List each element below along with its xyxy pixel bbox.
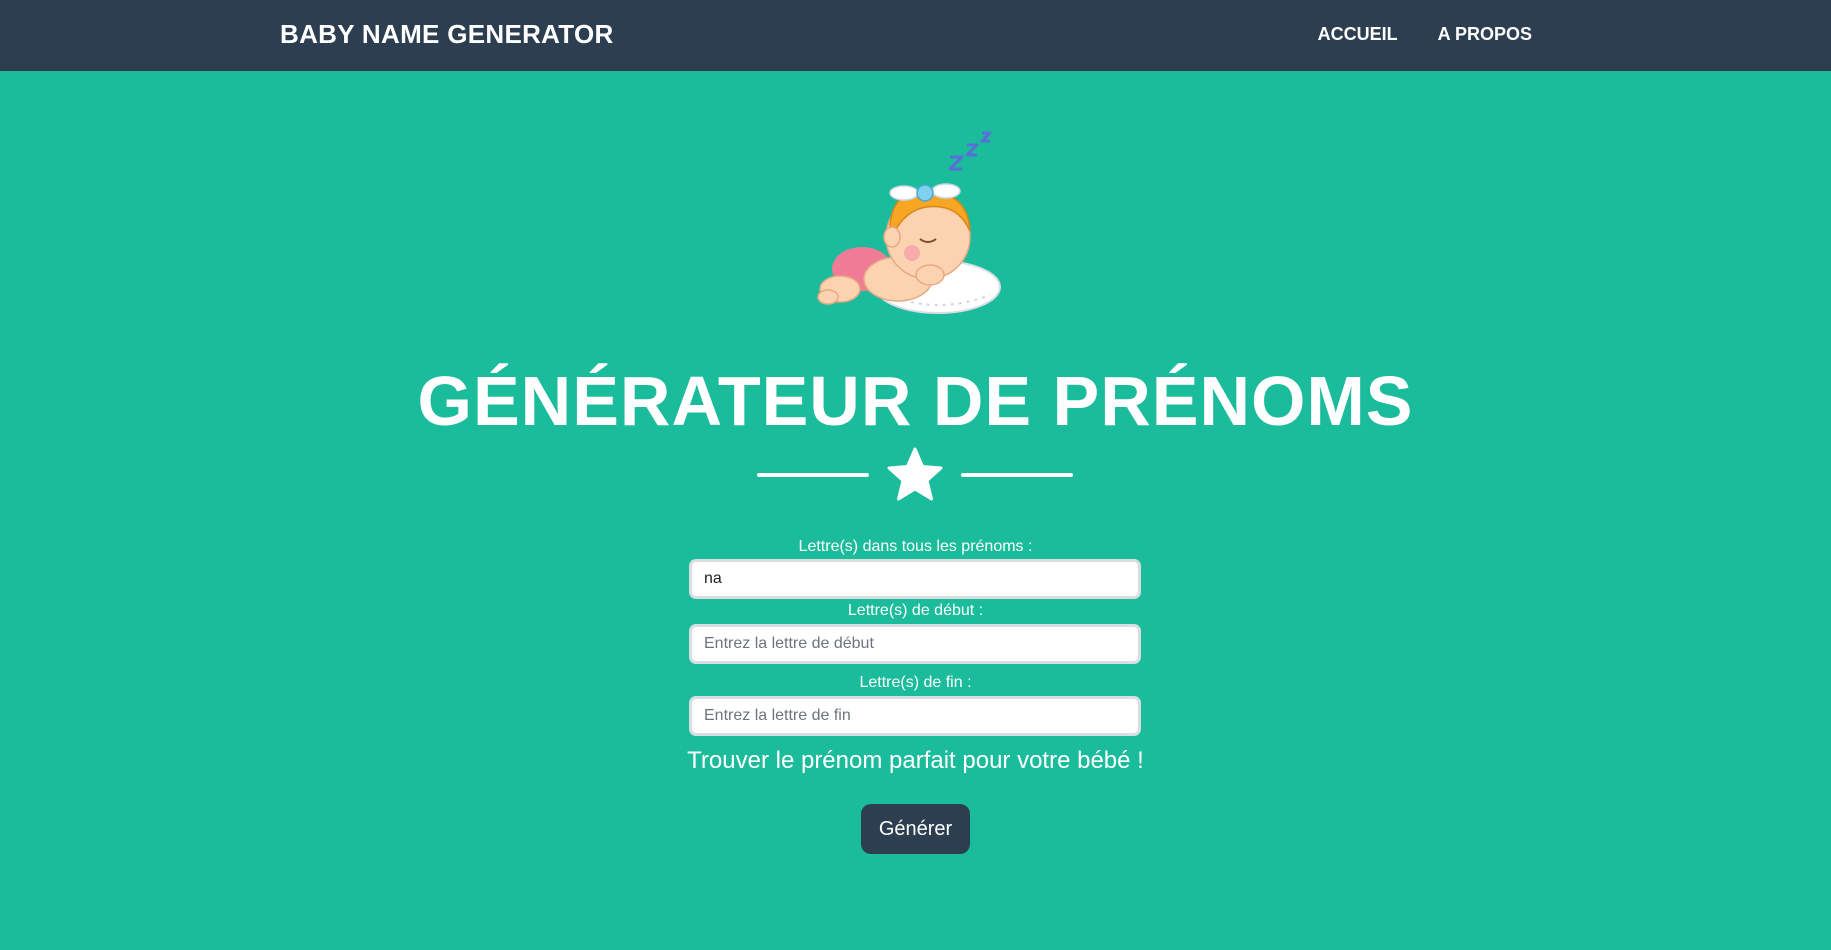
brand-logo[interactable]: BABY NAME GENERATOR [280, 19, 614, 50]
divider-line-left [757, 473, 869, 477]
divider-line-right [961, 473, 1073, 477]
end-letters-input[interactable] [689, 696, 1141, 736]
page-title: GÉNÉRATEUR DE PRÉNOMS [417, 362, 1414, 440]
contains-letters-label: Lettre(s) dans tous les prénoms : [798, 538, 1033, 555]
tagline: Trouver le prénom parfait pour votre béb… [687, 747, 1144, 774]
contains-letters-input[interactable] [689, 559, 1141, 599]
start-letters-label: Lettre(s) de début : [847, 602, 984, 619]
nav-link-accueil[interactable]: ACCUEIL [1318, 24, 1398, 45]
navbar: BABY NAME GENERATOR ACCUEIL A PROPOS [0, 0, 1831, 71]
generate-button[interactable]: Générer [861, 804, 970, 854]
hero-section: GÉNÉRATEUR DE PRÉNOMS Lettre(s) dans tou… [0, 71, 1831, 950]
nav-link-a-propos[interactable]: A PROPOS [1438, 24, 1532, 45]
sleeping-baby-icon [817, 131, 1001, 314]
nav-links: ACCUEIL A PROPOS [1318, 24, 1532, 45]
start-letters-input[interactable] [689, 624, 1141, 664]
end-letters-label: Lettre(s) de fin : [859, 674, 972, 691]
title-divider [757, 446, 1073, 506]
star-icon [887, 447, 943, 501]
zzz-icon [948, 131, 992, 171]
